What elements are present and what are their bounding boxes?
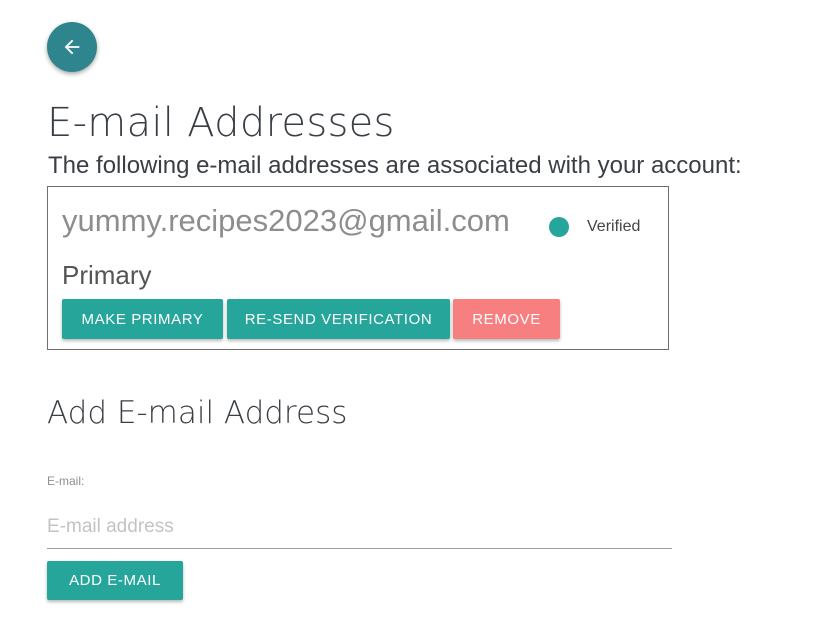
make-primary-button[interactable]: MAKE PRIMARY: [62, 299, 223, 339]
page-title: E-mail Addresses: [47, 100, 395, 146]
email-address: yummy.recipes2023@gmail.com: [62, 203, 510, 238]
email-card: yummy.recipes2023@gmail.com Verified Pri…: [47, 186, 669, 350]
email-input[interactable]: [47, 505, 672, 549]
primary-label: Primary: [62, 260, 152, 290]
verified-status-label: Verified: [587, 218, 641, 235]
page-subtitle: The following e-mail addresses are assoc…: [48, 152, 742, 179]
arrow-left-icon: [61, 36, 83, 58]
add-email-button[interactable]: ADD E-MAIL: [47, 561, 183, 600]
back-button[interactable]: [47, 22, 97, 72]
verified-status-dot: [549, 217, 569, 237]
resend-verification-button[interactable]: RE-SEND VERIFICATION: [227, 299, 450, 339]
email-field-label: E-mail:: [47, 474, 85, 488]
add-email-heading: Add E-mail Address: [47, 395, 348, 431]
remove-button[interactable]: REMOVE: [453, 299, 560, 339]
